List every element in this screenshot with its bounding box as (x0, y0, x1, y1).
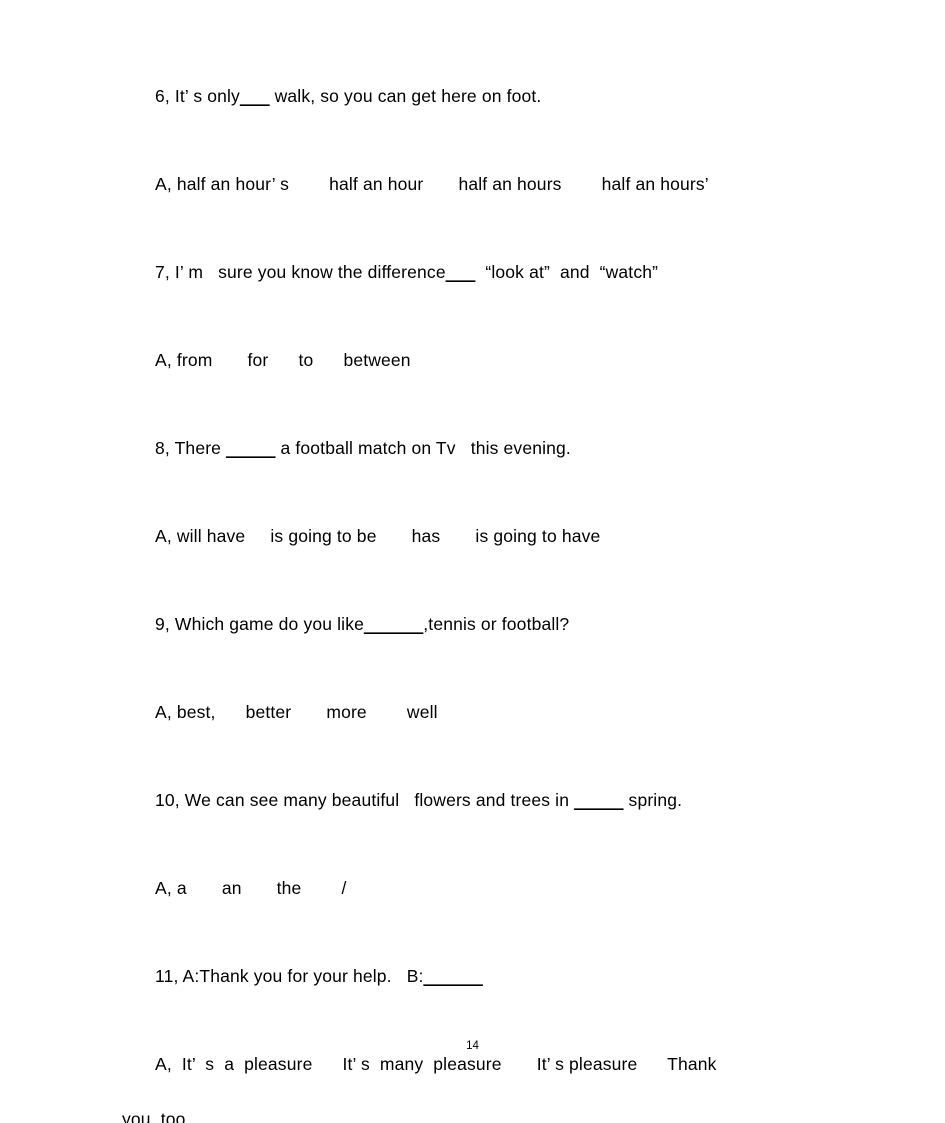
question-7-prompt-after: “look at” and “watch” (475, 262, 659, 282)
question-7-prompt-before: 7, I’ m sure you know the difference (155, 262, 446, 282)
question-7-blank: ___ (445, 262, 476, 282)
question-7-prompt: 7, I’ m sure you know the difference___ … (122, 262, 832, 282)
question-11-prompt-before: 11, A:Thank you for your help. B: (155, 966, 424, 986)
question-6-blank: ___ (239, 86, 270, 106)
question-8-prompt: 8, There _____ a football match on Tv th… (122, 438, 832, 458)
question-9-prompt-before: 9, Which game do you like (155, 614, 364, 634)
question-8-prompt-before: 8, There (155, 438, 227, 458)
question-8-prompt-after: a football match on Tv this evening. (275, 438, 571, 458)
question-9-blank: ______ (364, 614, 424, 634)
question-8-options: A, will have is going to be has is going… (155, 526, 601, 546)
question-9-prompt: 9, Which game do you like______,tennis o… (122, 614, 832, 634)
question-6-prompt: 6, It’ s only___ walk, so you can get he… (122, 86, 832, 106)
document-page: 6, It’ s only___ walk, so you can get he… (0, 0, 945, 1123)
question-11-options: A, It’ s a pleasure It’ s many pleasure … (155, 1054, 717, 1074)
question-10-options: A, a an the / (155, 878, 347, 898)
question-11-blank: ______ (423, 966, 483, 986)
question-6-prompt-after: walk, so you can get here on foot. (269, 86, 542, 106)
question-10-prompt: 10, We can see many beautiful flowers an… (122, 790, 832, 810)
question-11-prompt: 11, A:Thank you for your help. B:______ (122, 966, 832, 986)
question-6-options: A, half an hour’ s half an hour half an … (155, 174, 709, 194)
question-8-blank: _____ (226, 438, 276, 458)
question-6-prompt-before: 6, It’ s only (155, 86, 240, 106)
question-10-blank: _____ (574, 790, 624, 810)
page-number: 14 (466, 1040, 479, 1052)
exercise-body: 6, It’ s only___ walk, so you can get he… (122, 86, 832, 1123)
question-11-options-continued: you, too. (122, 1108, 191, 1123)
question-9-options: A, best, better more well (155, 702, 438, 722)
question-10-prompt-after: spring. (623, 790, 683, 810)
question-10-prompt-before: 10, We can see many beautiful flowers an… (155, 790, 575, 810)
question-9-prompt-after: ,tennis or football? (423, 614, 570, 634)
question-7-options: A, from for to between (155, 350, 411, 370)
